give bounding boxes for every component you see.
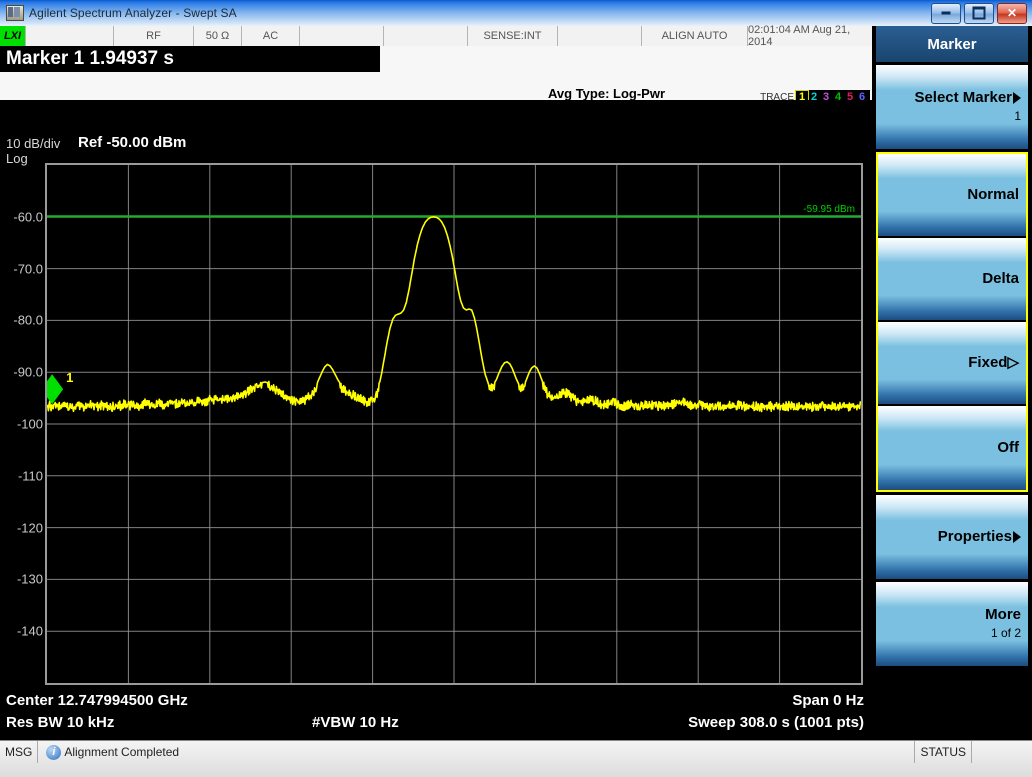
measurement-header: Marker 1 1.94937 s Avg Type: Log-Pwr PNO… (0, 46, 872, 100)
y-axis-tick--100: -100 (17, 417, 43, 432)
chevron-right-outline-icon: ▷ (1007, 354, 1019, 371)
softkey-label: Fixed▷ (968, 354, 1019, 372)
instrument-status-strip: LXI RF 50 Ω AC SENSE:INT ALIGN AUTO 02:0… (0, 26, 872, 47)
y-axis-tick--140: -140 (17, 624, 43, 639)
marker-1-label: 1 (66, 370, 73, 385)
y-axis-tick--120: -120 (17, 520, 43, 535)
marker-mode-group: Normal Delta Fixed▷ Off (876, 152, 1028, 492)
vbw-label: #VBW 10 Hz (312, 714, 399, 731)
softkey-label: Normal (967, 186, 1019, 204)
status-message: i Alignment Completed (38, 741, 915, 763)
window-title: Agilent Spectrum Analyzer - Swept SA (29, 6, 931, 20)
softkey-label: Select Marker1 (914, 89, 1021, 125)
window-titlebar: Agilent Spectrum Analyzer - Swept SA ✕ (0, 0, 1032, 27)
status-cell-blank4 (558, 26, 642, 46)
sweep-label: Sweep 308.0 s (1001 pts) (688, 714, 864, 731)
trace-graticule (47, 165, 861, 683)
status-cell-coupling: AC (242, 26, 300, 46)
close-icon[interactable]: ✕ (997, 3, 1027, 24)
chevron-right-icon (1013, 92, 1021, 104)
softkey-menu: Marker Select Marker1 Normal Delta Fixed▷ Of… (872, 26, 1032, 740)
status-cell-empty (972, 741, 1032, 763)
status-cell-sense: SENSE:INT (468, 26, 558, 46)
status-cell-align: ALIGN AUTO (642, 26, 748, 46)
status-message-text: Alignment Completed (64, 745, 179, 759)
softkey-label: Off (997, 439, 1019, 457)
y-axis-tick--70: -70.0 (13, 261, 43, 276)
msg-label: MSG (0, 741, 38, 763)
scale-per-div-label: 10 dB/div (6, 136, 60, 151)
marker-title: Marker 1 1.94937 s (0, 46, 380, 72)
softkey-off[interactable]: Off (878, 406, 1026, 490)
spectrum-analyzer-window: Agilent Spectrum Analyzer - Swept SA ✕ L… (0, 0, 1032, 776)
y-axis-tick--60: -60.0 (13, 209, 43, 224)
softkey-more[interactable]: More1 of 2 (876, 582, 1028, 666)
softkey-label: Properties (938, 528, 1021, 546)
softkey-properties[interactable]: Properties (876, 495, 1028, 579)
reference-level-label: Ref -50.00 dBm (78, 134, 186, 151)
softkey-select-marker[interactable]: Select Marker1 (876, 65, 1028, 149)
status-cell-input: RF (114, 26, 194, 46)
minimize-icon[interactable] (931, 3, 961, 24)
softkey-normal[interactable]: Normal (878, 154, 1026, 238)
y-axis-tick--130: -130 (17, 572, 43, 587)
parameter-bar: Center 12.747994500 GHz Span 0 Hz Res BW… (0, 690, 872, 740)
span-label: Span 0 Hz (792, 692, 864, 709)
spectrum-plot[interactable]: -59.95 dBm 1 -60.0-70.0-80.0-90.0-100-11… (45, 163, 863, 685)
avg-type-label: Avg Type: Log-Pwr (548, 86, 665, 101)
y-axis-tick--110: -110 (18, 468, 43, 483)
res-bw-label: Res BW 10 kHz (6, 714, 114, 731)
softkey-fixed[interactable]: Fixed▷ (878, 322, 1026, 406)
os-status-bar: MSG i Alignment Completed STATUS (0, 740, 1032, 777)
graph-area: 10 dB/div Log Ref -50.00 dBm -59.95 dBm … (0, 100, 872, 720)
status-cell-datetime: 02:01:04 AM Aug 21, 2014 (748, 26, 872, 46)
status-cell-blank2 (300, 26, 384, 46)
info-icon: i (46, 745, 61, 760)
y-axis-tick--90: -90.0 (13, 365, 43, 380)
y-axis-tick--80: -80.0 (13, 313, 43, 328)
softkey-sublabel: 1 of 2 (985, 624, 1021, 642)
softkey-delta[interactable]: Delta (878, 238, 1026, 322)
status-cell-blank3 (384, 26, 468, 46)
display-line-label: -59.95 dBm (803, 204, 855, 215)
softkey-label: Delta (982, 270, 1019, 288)
status-cell-impedance: 50 Ω (194, 26, 242, 46)
instrument-icon (6, 5, 24, 21)
lxi-logo: LXI (0, 26, 26, 46)
window-controls: ✕ (931, 3, 1032, 24)
status-cell-blank1 (26, 26, 114, 46)
status-label: STATUS (915, 741, 972, 763)
scale-info: 10 dB/div Log (6, 136, 60, 166)
menu-title: Marker (876, 26, 1028, 62)
softkey-sublabel: 1 (914, 107, 1021, 125)
center-frequency-label: Center 12.747994500 GHz (6, 692, 188, 709)
softkey-label: More1 of 2 (985, 606, 1021, 642)
chevron-right-icon (1013, 531, 1021, 543)
restore-icon[interactable] (964, 3, 994, 24)
